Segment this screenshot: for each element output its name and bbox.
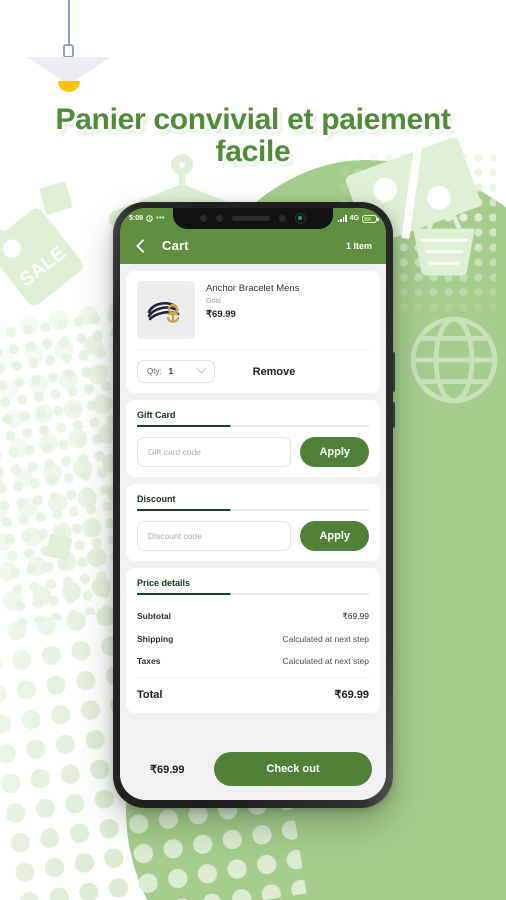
status-more-icon: •••: [156, 215, 165, 222]
cart-item-card: Anchor Bracelet Mens Gold ₹69.99 Qty: 1 …: [126, 271, 380, 393]
discount-apply-button[interactable]: Apply: [300, 521, 369, 551]
price-value: Calculated at next step: [282, 634, 369, 644]
discount-section: Discount Apply: [126, 484, 380, 561]
product-row: Anchor Bracelet Mens Gold ₹69.99: [137, 281, 369, 349]
checkout-total-price: ₹69.99: [150, 763, 185, 776]
discount-row: Apply: [137, 521, 369, 551]
price-details-heading: Price details: [137, 578, 191, 588]
product-actions: Qty: 1 Remove: [137, 349, 369, 383]
ambient-sensor-icon: [216, 215, 223, 222]
price-label: Shipping: [137, 634, 174, 644]
price-row: Taxes Calculated at next step: [137, 650, 369, 672]
sensor-icon: [279, 215, 286, 222]
price-label: Subtotal: [137, 611, 171, 621]
phone-mockup: 5:09 ••• 4G Cart 1 Item Anchor Bracelet …: [113, 202, 395, 808]
price-label: Taxes: [137, 656, 161, 666]
back-arrow-icon[interactable]: [134, 239, 148, 253]
quantity-value: 1: [168, 367, 174, 376]
checkout-bar: ₹69.99 Check out: [120, 743, 386, 800]
total-value: ₹69.99: [334, 689, 369, 701]
battery-icon: [362, 214, 379, 223]
signal-icon: [337, 215, 347, 222]
product-name: Anchor Bracelet Mens: [206, 283, 300, 294]
discount-input[interactable]: [137, 521, 292, 551]
price-row: Subtotal ₹69.99: [137, 605, 369, 628]
gift-card-row: Apply: [137, 437, 369, 467]
network-label: 4G: [349, 215, 359, 222]
anchor-bracelet-photo: [137, 281, 195, 339]
page-title: Panier convivial et paiement facile: [55, 103, 451, 169]
square-decor-icon-2: [45, 533, 73, 561]
front-camera-icon: [295, 213, 306, 224]
section-divider: [137, 425, 369, 427]
basket-icon: [413, 210, 475, 276]
gift-card-section: Gift Card Apply: [126, 400, 380, 477]
proximity-sensor-icon: [200, 215, 207, 222]
product-thumbnail[interactable]: [137, 281, 195, 339]
alarm-icon: [146, 215, 153, 222]
quantity-stepper[interactable]: Qty: 1: [137, 360, 215, 383]
checkout-button[interactable]: Check out: [214, 752, 372, 786]
price-value: ₹69.99: [342, 611, 369, 621]
status-time: 5:09: [129, 215, 144, 222]
cart-body: Anchor Bracelet Mens Gold ₹69.99 Qty: 1 …: [120, 264, 386, 743]
globe-icon: [410, 316, 498, 404]
remove-button[interactable]: Remove: [253, 366, 332, 378]
quantity-label: Qty:: [147, 367, 162, 376]
phone-volume-button: [393, 352, 395, 392]
chevron-down-icon[interactable]: [196, 363, 207, 374]
price-value: Calculated at next step: [282, 656, 369, 666]
phone-power-button: [393, 402, 395, 428]
product-info: Anchor Bracelet Mens Gold ₹69.99: [206, 281, 299, 339]
product-price: ₹69.99: [206, 309, 236, 320]
app-header: Cart 1 Item: [120, 229, 386, 264]
gift-card-heading: Gift Card: [137, 410, 176, 420]
gift-card-input[interactable]: [137, 437, 292, 467]
item-count-label: 1 Item: [345, 240, 372, 251]
price-details-section: Price details Subtotal ₹69.99 Shipping C…: [126, 568, 380, 713]
price-row: Shipping Calculated at next step: [137, 628, 369, 650]
gift-card-apply-button[interactable]: Apply: [300, 437, 369, 467]
earpiece-speaker-icon: [232, 216, 270, 221]
section-divider: [137, 509, 369, 511]
app-title: Cart: [162, 238, 189, 253]
phone-notch: [173, 208, 333, 229]
product-variant: Gold: [206, 298, 221, 305]
phone-screen: 5:09 ••• 4G Cart 1 Item Anchor Bracelet …: [120, 208, 386, 800]
total-row: Total ₹69.99: [137, 677, 369, 703]
square-decor-icon: [39, 181, 73, 215]
section-divider: [137, 593, 369, 595]
discount-heading: Discount: [137, 494, 176, 504]
total-label: Total: [137, 689, 163, 701]
